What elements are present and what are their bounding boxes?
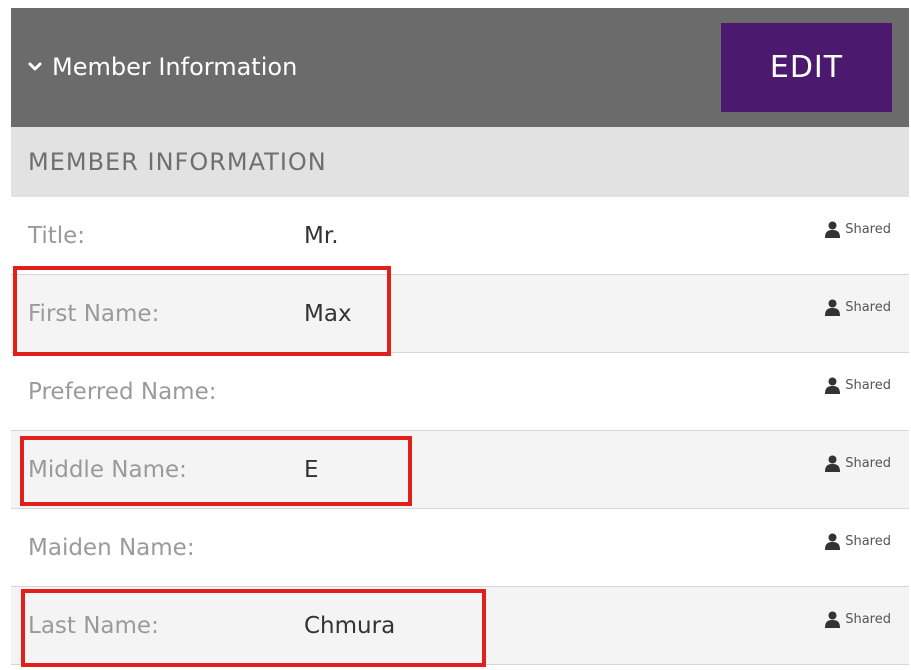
shared-label: Shared (845, 456, 891, 471)
section-title: MEMBER INFORMATION (28, 148, 327, 176)
chevron-down-icon (28, 62, 42, 71)
field-label: Preferred Name: (28, 379, 217, 405)
field-row-last-name: Last Name: Chmura Shared (11, 587, 909, 665)
panel-header-title: Member Information (52, 53, 298, 81)
field-row-middle-name: Middle Name: E Shared (11, 431, 909, 509)
section-title-bar: MEMBER INFORMATION (11, 127, 909, 197)
field-value: Mr. (304, 223, 339, 249)
user-icon (825, 611, 841, 628)
shared-indicator: Shared (825, 377, 891, 394)
field-row-maiden-name: Maiden Name: Shared (11, 509, 909, 587)
field-label: Title: (28, 223, 86, 249)
field-label: Maiden Name: (28, 535, 195, 561)
field-value: E (304, 457, 319, 483)
user-icon (825, 299, 841, 316)
shared-label: Shared (845, 300, 891, 315)
field-row-title: Title: Mr. Shared (11, 197, 909, 275)
shared-label: Shared (845, 378, 891, 393)
shared-indicator: Shared (825, 455, 891, 472)
member-information-panel: Member Information EDIT MEMBER INFORMATI… (11, 8, 909, 665)
panel-header: Member Information EDIT (11, 8, 909, 127)
shared-label: Shared (845, 222, 891, 237)
field-row-first-name: First Name: Max Shared (11, 275, 909, 353)
field-row-preferred-name: Preferred Name: Shared (11, 353, 909, 431)
edit-button[interactable]: EDIT (721, 23, 892, 112)
field-value: Chmura (304, 613, 396, 639)
shared-indicator: Shared (825, 533, 891, 550)
field-value: Max (304, 301, 352, 327)
field-label: Middle Name: (28, 457, 187, 483)
shared-indicator: Shared (825, 611, 891, 628)
shared-indicator: Shared (825, 299, 891, 316)
user-icon (825, 533, 841, 550)
user-icon (825, 221, 841, 238)
field-label: Last Name: (28, 613, 159, 639)
member-information-toggle[interactable]: Member Information (28, 52, 297, 82)
shared-indicator: Shared (825, 221, 891, 238)
shared-label: Shared (845, 612, 891, 627)
user-icon (825, 377, 841, 394)
shared-label: Shared (845, 534, 891, 549)
field-label: First Name: (28, 301, 160, 327)
user-icon (825, 455, 841, 472)
